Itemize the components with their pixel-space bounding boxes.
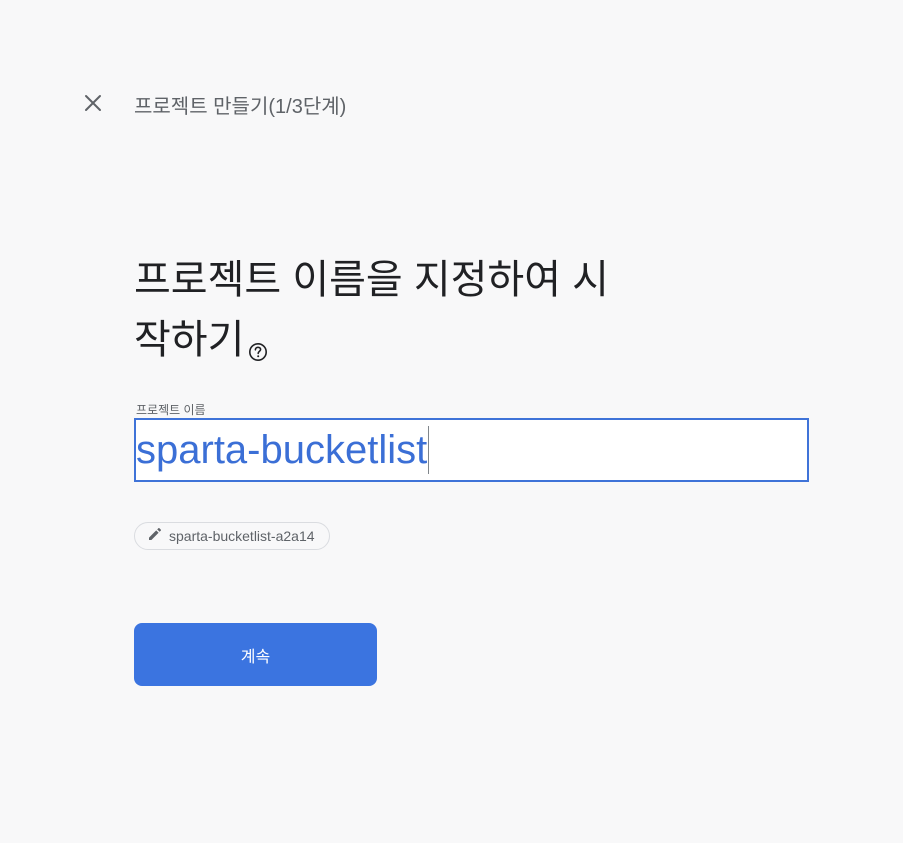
close-icon bbox=[84, 94, 102, 117]
project-name-value: sparta-bucketlist bbox=[136, 428, 428, 472]
page-title: 프로젝트 만들기(1/3단계) bbox=[134, 96, 347, 118]
text-caret bbox=[428, 426, 430, 474]
heading-line-2: 작하기 bbox=[134, 318, 245, 362]
project-name-input[interactable]: sparta-bucketlist bbox=[136, 420, 430, 480]
close-button[interactable] bbox=[76, 88, 110, 122]
project-name-label: 프로젝트 이름 bbox=[136, 403, 206, 417]
project-id-chip[interactable]: sparta-bucketlist-a2a14 bbox=[134, 522, 330, 550]
main-heading: 프로젝트 이름을 지정하여 시 작하기 bbox=[134, 250, 674, 370]
project-id-text: sparta-bucketlist-a2a14 bbox=[169, 528, 315, 544]
project-name-field[interactable]: sparta-bucketlist bbox=[134, 418, 809, 482]
help-icon[interactable] bbox=[248, 319, 268, 361]
continue-button[interactable]: 계속 bbox=[134, 623, 377, 686]
heading-line-1: 프로젝트 이름을 지정하여 시 bbox=[134, 258, 609, 302]
edit-pencil-icon bbox=[147, 526, 163, 547]
